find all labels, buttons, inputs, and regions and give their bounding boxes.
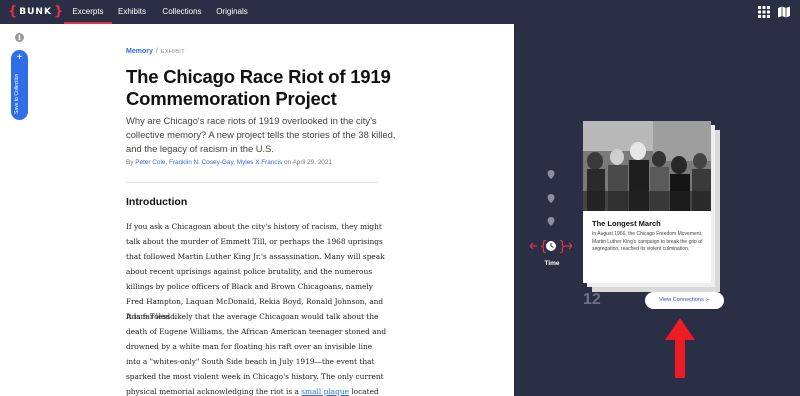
tab-exhibits[interactable]: Exhibits <box>112 0 152 24</box>
tab-excerpts[interactable]: Excerpts <box>64 0 112 24</box>
article-paragraph: It is far less likely that the average C… <box>126 309 388 396</box>
location-pin-icon[interactable] <box>547 194 555 203</box>
location-pin-icon[interactable] <box>547 217 555 226</box>
save-to-collection-button[interactable]: + Save to Collection <box>11 50 28 120</box>
grid-icon[interactable] <box>758 6 770 18</box>
up-arrow-annotation-icon <box>665 318 695 378</box>
byline: By Peter Cole, Franklin N. Cosey-Gay, My… <box>126 159 332 166</box>
map-icon[interactable] <box>778 6 790 18</box>
paragraph-text: It is far less likely that the average C… <box>126 312 387 396</box>
small-plaque-link[interactable]: small plaque <box>301 387 349 396</box>
bunk-logo[interactable]: { BUNK } <box>8 4 63 20</box>
author-link-1[interactable]: Peter Cole <box>135 159 165 166</box>
card-photo <box>583 121 711 211</box>
view-connections-label: View Connections <box>659 297 704 303</box>
save-to-collection-label: Save to Collection <box>14 73 20 114</box>
byline-comma: , <box>233 159 235 166</box>
breadcrumb-link-memory[interactable]: Memory <box>126 48 153 55</box>
connection-count: 12 <box>583 291 601 308</box>
author-link-2[interactable]: Franklin N. Cosey-Gay <box>169 159 233 166</box>
logo-bracket-left: { <box>8 4 18 19</box>
logo-bracket-right: } <box>53 4 64 19</box>
breadcrumb-separator: / <box>155 48 158 55</box>
location-pin-icon[interactable] <box>547 170 555 179</box>
card-title: The Longest March <box>592 219 661 228</box>
divider <box>126 182 378 183</box>
time-filter-label: Time <box>544 260 560 267</box>
tab-collections[interactable]: Collections <box>156 0 208 24</box>
logo-text: BUNK <box>19 7 52 17</box>
page-title: The Chicago Race Riot of 1919 Commemorat… <box>126 66 391 109</box>
top-nav: { BUNK } Excerpts Exhibits Collections O… <box>0 0 800 24</box>
byline-date: April 29, 2021 <box>292 159 332 166</box>
connections-icon: ⟜ <box>705 297 710 303</box>
byline-prefix: By <box>126 159 134 166</box>
author-link-3[interactable]: Myles X Francis <box>237 159 282 166</box>
breadcrumb-type: EXHIBIT <box>160 49 185 55</box>
info-icon[interactable]: i <box>15 33 24 42</box>
byline-date-prefix: on <box>283 159 292 166</box>
view-connections-button[interactable]: View Connections ⟜ <box>645 292 724 309</box>
section-heading: Introduction <box>126 196 188 208</box>
svg-text:}: } <box>558 239 567 255</box>
tab-originals[interactable]: Originals <box>210 0 254 24</box>
breadcrumb: Memory / EXHIBIT <box>126 48 185 55</box>
byline-comma: , <box>165 159 168 166</box>
article-dek: Why are Chicago's race riots of 1919 ove… <box>126 115 396 154</box>
card-text: In August 1966, the Chicago Freedom Move… <box>592 231 703 252</box>
